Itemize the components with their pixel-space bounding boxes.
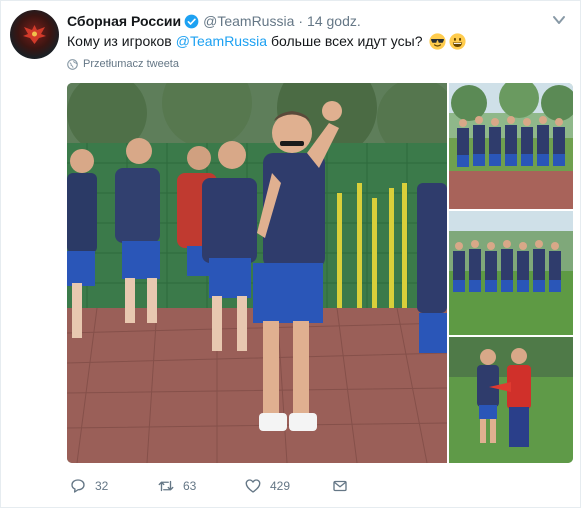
team-lineup-image (449, 83, 573, 209)
main-photo[interactable] (67, 83, 447, 463)
tweet-actions: 32 63 429 (67, 475, 357, 497)
grin-emoji-icon (448, 32, 466, 50)
separator-dot: · (298, 13, 304, 29)
heart-icon (245, 479, 261, 493)
direct-message-button[interactable] (331, 477, 357, 495)
mention-link[interactable]: @TeamRussia (176, 32, 267, 50)
reply-count: 32 (95, 479, 109, 493)
globe-icon (67, 58, 78, 70)
like-button[interactable]: 429 (244, 477, 331, 495)
eagle-emblem-icon (23, 25, 46, 44)
verified-badge-icon (184, 14, 199, 28)
team-photo-middle[interactable] (449, 211, 573, 335)
like-count: 429 (270, 479, 291, 493)
tweet-header: Сборная России @TeamRussia · 14 godz. (67, 12, 361, 30)
retweet-icon (158, 480, 174, 492)
tweet-card[interactable]: Сборная России @TeamRussia · 14 godz. Ко… (0, 0, 581, 508)
tweet-timestamp[interactable]: 14 godz. (307, 13, 361, 29)
avatar[interactable] (10, 10, 59, 59)
tweet-text-before: Кому из игроков (67, 33, 172, 49)
translate-label[interactable]: Przetłumacz tweeta (83, 58, 179, 70)
media-grid (67, 83, 573, 463)
reply-button[interactable]: 32 (69, 477, 157, 495)
chevron-down-icon[interactable] (552, 14, 566, 26)
translate-link[interactable]: Przetłumacz tweeta (67, 58, 179, 70)
tweet-text-after: больше всех идут усы? (271, 33, 423, 49)
team-lineup-field-image (449, 211, 573, 335)
coach-and-player-image (449, 337, 573, 463)
team-photo-top[interactable] (449, 83, 573, 209)
players-walking-image (67, 83, 447, 463)
tweet-text: Кому из игроков @TeamRussia больше всех … (67, 32, 466, 50)
coach-photo[interactable] (449, 337, 573, 463)
retweet-button[interactable]: 63 (157, 477, 244, 495)
reply-icon (71, 479, 85, 493)
sunglasses-emoji-icon (428, 32, 446, 50)
author-name[interactable]: Сборная России (67, 13, 181, 29)
envelope-icon (333, 480, 347, 492)
author-handle[interactable]: @TeamRussia (203, 13, 294, 29)
retweet-count: 63 (183, 479, 197, 493)
